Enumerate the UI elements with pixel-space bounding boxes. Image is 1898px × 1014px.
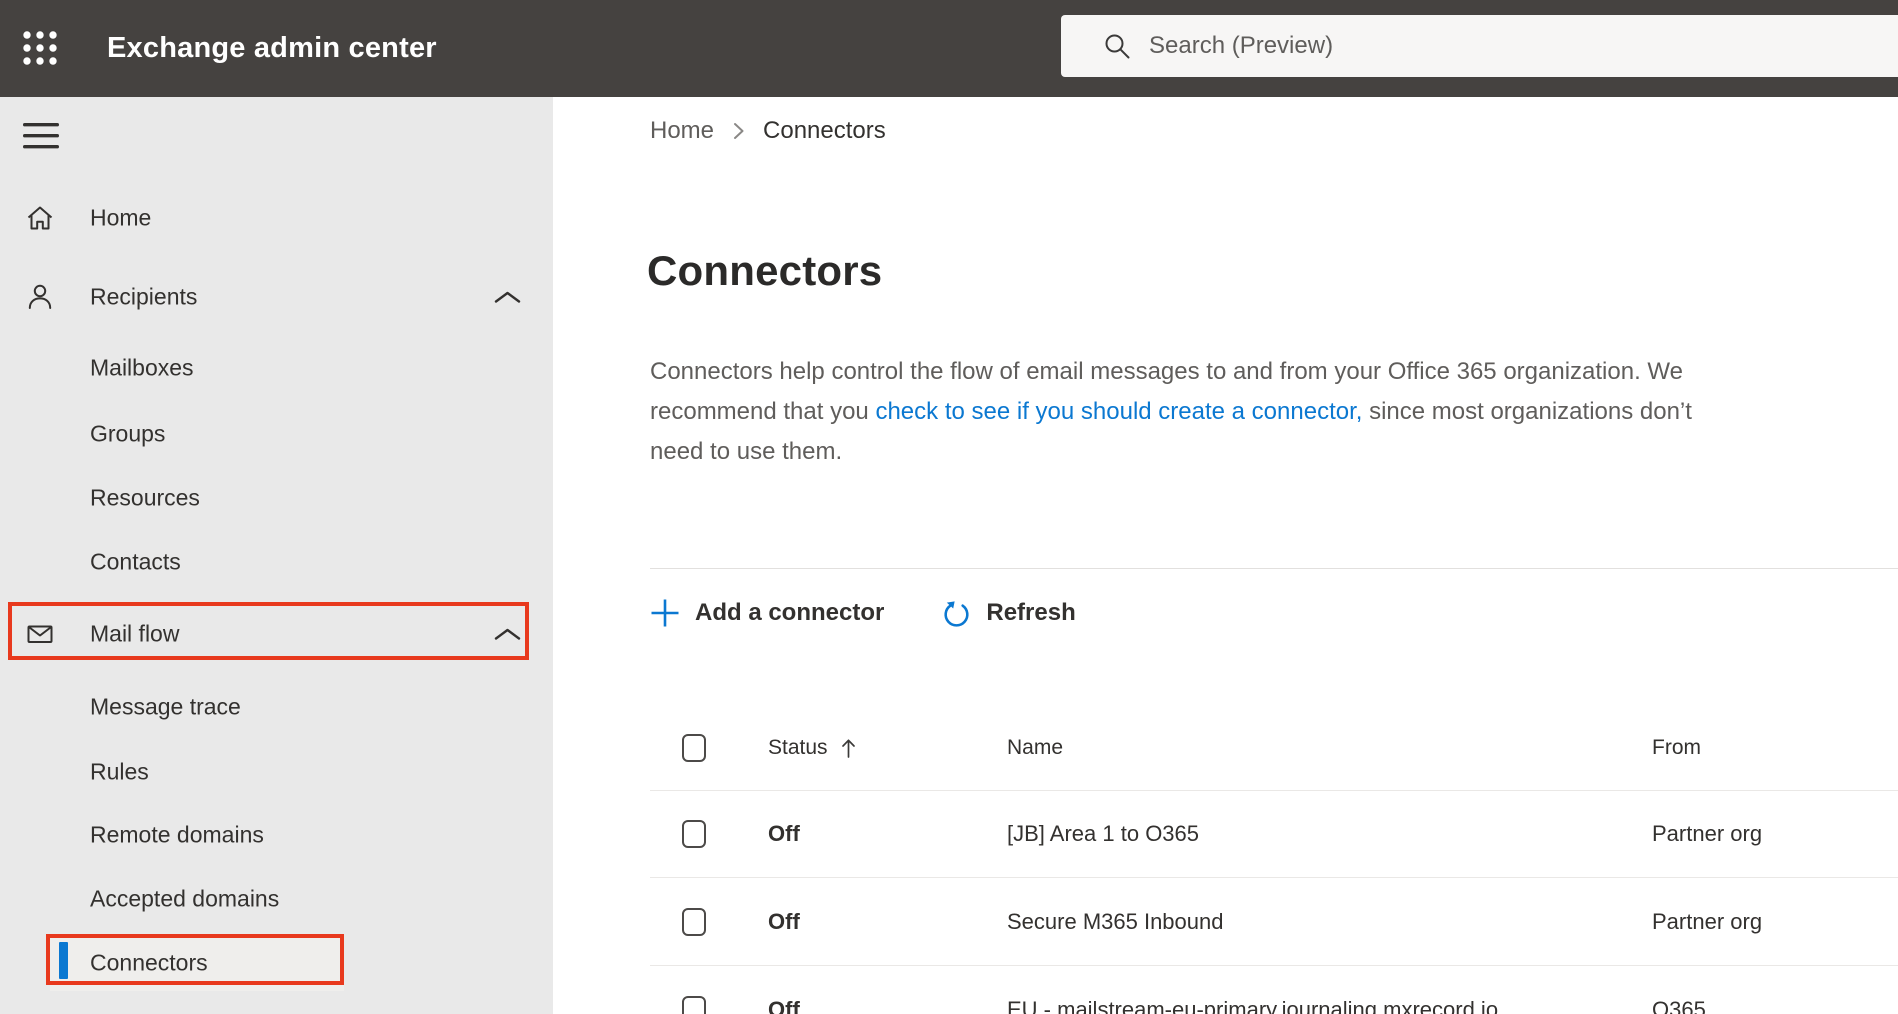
refresh-label: Refresh bbox=[986, 599, 1076, 626]
sidebar-item-home[interactable]: Home bbox=[0, 186, 553, 250]
mail-envelope-icon bbox=[24, 618, 56, 650]
sidebar-item-label: Message trace bbox=[90, 693, 241, 720]
breadcrumb-chevron-icon bbox=[732, 120, 745, 142]
table-header-row: Status Name From bbox=[650, 706, 1898, 791]
row-checkbox[interactable] bbox=[682, 907, 706, 936]
exchange-admin-center-window: Exchange admin center Search (Preview) H… bbox=[0, 0, 1898, 1014]
toolbar-divider bbox=[650, 568, 1898, 569]
search-box bbox=[1061, 15, 1898, 77]
table-row[interactable]: Off [JB] Area 1 to O365 Partner org bbox=[650, 791, 1898, 878]
sidebar-item-remote-domains[interactable]: Remote domains bbox=[0, 803, 553, 867]
breadcrumb-current: Connectors bbox=[763, 117, 886, 144]
sidebar-item-resources[interactable]: Resources bbox=[0, 466, 553, 530]
column-header-label: Status bbox=[768, 736, 828, 759]
breadcrumb-home-link[interactable]: Home bbox=[650, 117, 714, 145]
chevron-up-icon[interactable] bbox=[492, 626, 523, 643]
selected-item-indicator bbox=[59, 942, 68, 979]
row-name-link[interactable]: Secure M365 Inbound bbox=[1007, 909, 1224, 935]
toolbar: Add a connector Refresh bbox=[648, 589, 1076, 637]
search-input[interactable] bbox=[1149, 32, 1878, 60]
sidebar-item-recipients[interactable]: Recipients bbox=[0, 265, 553, 329]
row-status: Off bbox=[768, 997, 800, 1014]
add-connector-button[interactable]: Add a connector bbox=[648, 596, 884, 630]
column-header-from[interactable]: From bbox=[1652, 736, 1701, 760]
waffle-icon bbox=[22, 30, 58, 66]
chevron-up-icon[interactable] bbox=[492, 289, 523, 306]
sidebar-item-label: Home bbox=[90, 204, 152, 231]
description-text: recommend that you bbox=[650, 398, 876, 425]
page-title: Connectors bbox=[647, 247, 883, 294]
description-text: since most organizations don’t bbox=[1362, 398, 1692, 425]
search-icon bbox=[1103, 32, 1131, 60]
row-checkbox[interactable] bbox=[682, 820, 706, 848]
refresh-button[interactable]: Refresh bbox=[940, 597, 1076, 630]
sidebar-item-label: Remote domains bbox=[90, 821, 264, 848]
description-line: need to use them. bbox=[650, 438, 843, 465]
plus-icon bbox=[648, 596, 682, 630]
topbar: Exchange admin center bbox=[0, 0, 1898, 97]
row-checkbox[interactable] bbox=[682, 996, 706, 1014]
sidebar-item-message-trace[interactable]: Message trace bbox=[0, 675, 553, 739]
sidebar-item-connectors[interactable]: Connectors bbox=[0, 931, 553, 995]
sidebar-item-label: Resources bbox=[90, 484, 200, 511]
row-name-link[interactable]: EU - mailstream-eu-primary.journaling.mx… bbox=[1007, 997, 1498, 1014]
row-from: Partner org bbox=[1652, 821, 1763, 846]
sidebar-item-mailboxes[interactable]: Mailboxes bbox=[0, 336, 553, 400]
person-icon bbox=[24, 281, 56, 313]
sidebar-item-label: Mailboxes bbox=[90, 354, 194, 381]
column-header-status[interactable]: Status bbox=[768, 736, 857, 760]
sidebar-item-rules[interactable]: Rules bbox=[0, 740, 553, 804]
sidebar-item-label: Groups bbox=[90, 420, 166, 447]
row-status: Off bbox=[768, 908, 800, 934]
sidebar-item-label: Contacts bbox=[90, 548, 181, 575]
sort-ascending-icon bbox=[840, 736, 857, 760]
table-row[interactable]: Off Secure M365 Inbound Partner org bbox=[650, 878, 1898, 966]
refresh-icon bbox=[940, 597, 973, 630]
sidebar-item-mail-flow[interactable]: Mail flow bbox=[0, 602, 553, 666]
app-launcher-button[interactable] bbox=[14, 22, 66, 74]
sidebar: Home Recipients Mailboxes Groups Resourc… bbox=[0, 97, 553, 1014]
row-from: O365 bbox=[1652, 997, 1706, 1014]
sidebar-item-label: Rules bbox=[90, 758, 149, 785]
add-connector-label: Add a connector bbox=[695, 599, 885, 626]
row-from: Partner org bbox=[1652, 908, 1763, 934]
hamburger-menu-button[interactable] bbox=[16, 111, 66, 161]
sidebar-item-accepted-domains[interactable]: Accepted domains bbox=[0, 867, 553, 931]
select-all-checkbox[interactable] bbox=[682, 734, 706, 762]
column-header-name[interactable]: Name bbox=[1007, 736, 1063, 760]
home-icon bbox=[24, 202, 56, 234]
breadcrumb: Home Connectors bbox=[650, 117, 886, 145]
sidebar-item-groups[interactable]: Groups bbox=[0, 402, 553, 466]
description-line: recommend that you check to see if you s… bbox=[650, 392, 1692, 432]
page-description: Connectors help control the flow of emai… bbox=[650, 352, 1692, 472]
sidebar-item-label: Accepted domains bbox=[90, 885, 280, 912]
app-title: Exchange admin center bbox=[107, 32, 437, 64]
sidebar-item-label: Mail flow bbox=[90, 620, 180, 647]
sidebar-item-label: Recipients bbox=[90, 283, 198, 310]
table-row[interactable]: Off EU - mailstream-eu-primary.journalin… bbox=[650, 966, 1898, 1014]
check-connector-link[interactable]: check to see if you should create a conn… bbox=[875, 398, 1362, 425]
sidebar-item-label: Connectors bbox=[90, 949, 208, 976]
hamburger-icon bbox=[22, 123, 60, 149]
sidebar-item-contacts[interactable]: Contacts bbox=[0, 530, 553, 594]
row-name-link[interactable]: [JB] Area 1 to O365 bbox=[1007, 821, 1199, 847]
description-line: Connectors help control the flow of emai… bbox=[650, 358, 1683, 385]
row-status: Off bbox=[768, 821, 800, 846]
